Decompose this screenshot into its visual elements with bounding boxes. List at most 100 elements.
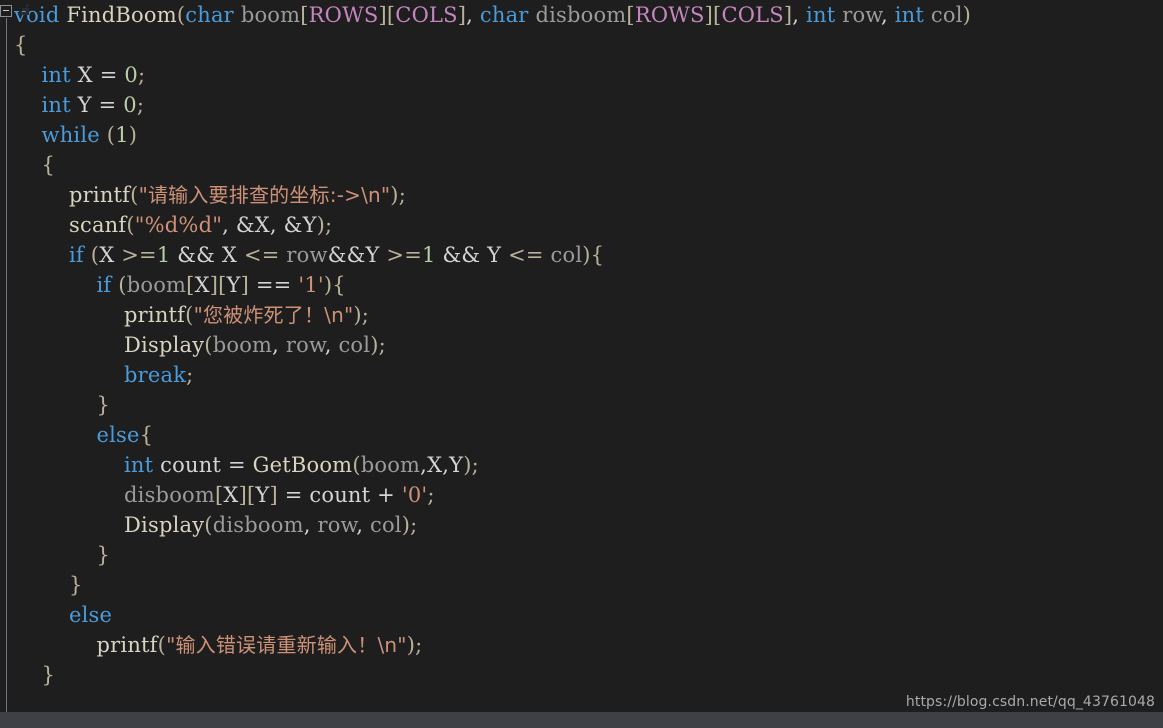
code-line: disboom[X][Y] = count + '0';	[0, 480, 1163, 510]
code-token: else	[96, 423, 140, 447]
code-text-area[interactable]: void FindBoom(char boom[ROWS][COLS], cha…	[0, 0, 1163, 712]
code-token: 0	[124, 63, 138, 87]
watermark-url: https://blog.csdn.net/qq_43761048	[905, 694, 1155, 710]
code-token: X	[99, 243, 122, 267]
code-token: (	[204, 333, 213, 357]
code-token: =	[99, 63, 125, 87]
code-token: [	[300, 3, 309, 27]
code-token: )	[962, 3, 972, 27]
code-token: (	[118, 273, 127, 297]
code-token: char	[479, 3, 529, 27]
code-line: if (boom[X][Y] == '1'){	[0, 270, 1163, 300]
code-token: Y	[70, 93, 99, 117]
code-token: ]	[269, 483, 278, 507]
code-token: col	[369, 513, 402, 537]
code-line: {	[0, 150, 1163, 180]
code-token: && Y	[435, 243, 509, 267]
code-line: Display(boom, row, col);	[0, 330, 1163, 360]
code-line: Display(disboom, row, col);	[0, 510, 1163, 540]
code-token: int	[41, 93, 71, 117]
code-token: Y	[255, 483, 270, 507]
code-token: (	[90, 243, 100, 267]
code-token: ;	[427, 483, 435, 507]
fold-collapse-icon[interactable]	[0, 5, 12, 17]
code-token: )	[316, 213, 326, 237]
code-token: (	[130, 183, 139, 207]
code-line: else	[0, 600, 1163, 630]
code-token: &Y	[283, 213, 317, 237]
code-token: GetBoom	[252, 453, 353, 477]
code-token: )	[582, 243, 591, 267]
code-token: '0'	[401, 483, 428, 507]
code-token: ,	[466, 3, 480, 27]
code-token: )	[353, 303, 362, 327]
code-token: X	[223, 483, 239, 507]
code-token: ]	[240, 273, 250, 297]
code-token: 1	[115, 123, 129, 147]
code-line: scanf("%d%d", &X, &Y);	[0, 210, 1163, 240]
code-token: >=	[386, 243, 423, 267]
code-line: }	[0, 390, 1163, 420]
code-token: ,	[792, 3, 807, 27]
code-token: ROWS	[308, 3, 379, 27]
code-line: int Y = 0;	[0, 90, 1163, 120]
code-editor-window: void FindBoom(char boom[ROWS][COLS], cha…	[0, 0, 1163, 728]
code-token: && X	[170, 243, 244, 267]
code-line: int X = 0;	[0, 60, 1163, 90]
code-token: FindBoom	[66, 3, 177, 27]
code-token: printf	[96, 633, 158, 657]
code-token: row	[285, 333, 325, 357]
code-token: X	[70, 63, 100, 87]
code-token: row	[317, 513, 357, 537]
code-line: printf("输入错误请重新输入！\n");	[0, 630, 1163, 660]
code-token: [	[626, 3, 635, 27]
code-token: )	[463, 453, 472, 477]
code-token: ;	[361, 303, 370, 327]
code-token: }	[96, 543, 111, 567]
code-token: }	[96, 393, 111, 417]
code-token: ;	[186, 363, 194, 387]
code-token: COLS	[395, 3, 458, 27]
code-token: ]	[238, 483, 247, 507]
horizontal-scrollbar[interactable]	[0, 712, 1163, 728]
code-token: ,	[324, 333, 339, 357]
code-token: printf	[124, 303, 186, 327]
code-line: }	[0, 660, 1163, 690]
resize-grip-icon[interactable]	[18, 4, 29, 15]
code-token: ,	[269, 213, 284, 237]
code-token: {	[41, 153, 56, 177]
code-token: = count +	[277, 483, 402, 507]
code-token: 1	[156, 243, 171, 267]
code-token: Y	[449, 453, 464, 477]
code-token: boom	[360, 453, 421, 477]
code-token: ]	[209, 273, 219, 297]
code-token: (	[352, 453, 361, 477]
code-token: COLS	[721, 3, 784, 27]
code-line: }	[0, 540, 1163, 570]
code-token: ,	[272, 333, 286, 357]
code-token: ;	[398, 183, 406, 207]
code-token: {	[590, 243, 605, 267]
code-token: ]	[704, 3, 714, 27]
code-token: scanf	[69, 213, 127, 237]
code-token: if	[69, 243, 84, 267]
code-token: )	[406, 633, 416, 657]
code-token: ==	[249, 273, 299, 297]
code-token: X	[427, 453, 443, 477]
code-token: 0	[123, 93, 137, 117]
